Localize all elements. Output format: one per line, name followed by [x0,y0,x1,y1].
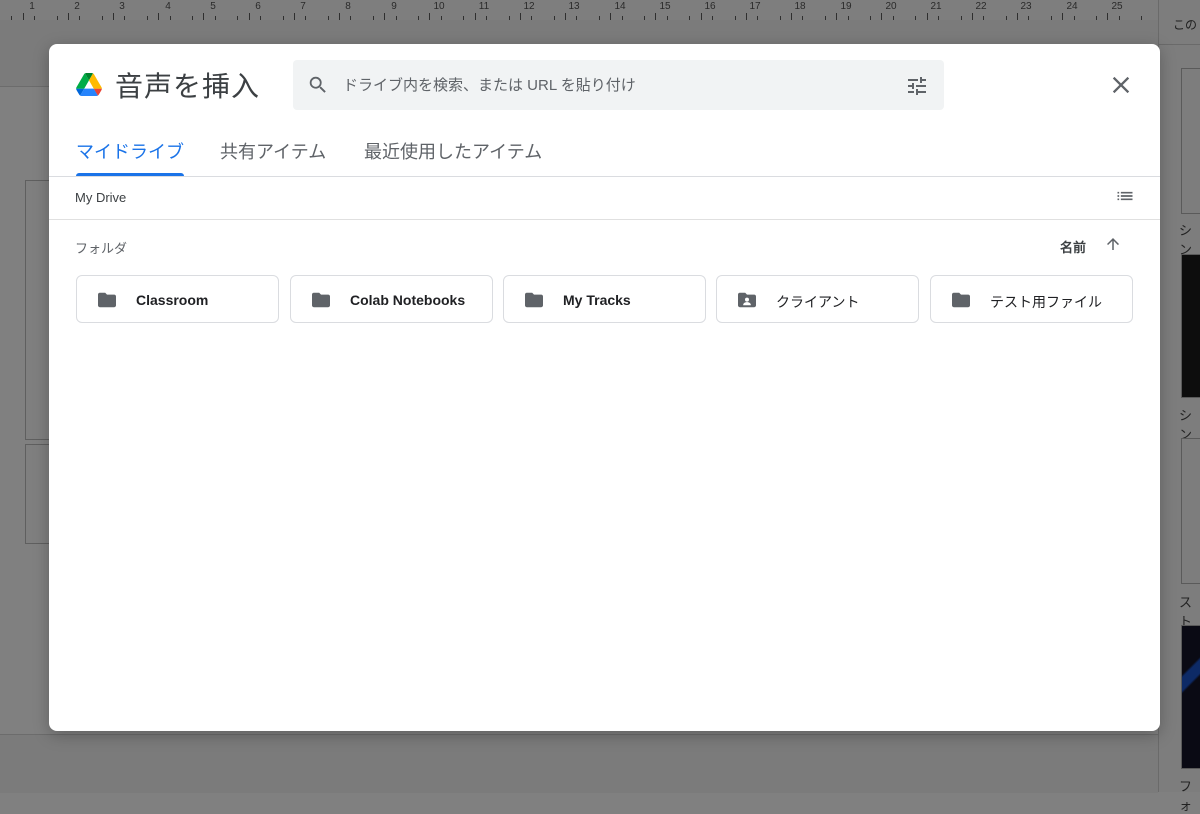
side-panel-header: この [1159,0,1200,45]
search-input[interactable] [343,70,893,100]
section-label-folders: フォルダ [75,241,128,256]
ruler-number: 25 [1111,1,1123,12]
ruler-number: 5 [210,1,216,12]
ruler-number: 17 [749,1,761,12]
sort-by-name-button[interactable]: 名前 [1060,237,1086,256]
tab-recent-items[interactable]: 最近使用したアイテム [364,138,542,176]
folder-icon [98,292,116,308]
ruler-number: 15 [659,1,671,12]
insert-audio-dialog: 音声を挿入 マイドライブ 共有アイテム 最近使用したアイテム My Drive … [49,44,1160,731]
folder-name: My Tracks [563,292,631,308]
ruler-number: 9 [391,1,397,12]
ruler-number: 21 [930,1,942,12]
ruler-number: 4 [165,1,171,12]
ruler: 1 2 3 4 5 6 7 8 9 10 11 12 13 14 15 16 1… [0,0,1158,21]
ruler-number: 8 [345,1,351,12]
ruler-number: 13 [568,1,580,12]
side-thumbnail-label: シン [1179,223,1193,257]
side-thumbnail[interactable] [1181,254,1200,398]
tab-shared-items[interactable]: 共有アイテム [220,138,326,176]
folder-name: クライアント [776,294,860,310]
ruler-number: 10 [433,1,445,12]
side-thumbnail[interactable] [1181,68,1200,214]
ruler-number: 20 [885,1,897,12]
ruler-number: 7 [300,1,306,12]
folder-item[interactable]: Colab Notebooks [290,275,493,323]
ruler-number: 19 [840,1,852,12]
ruler-number: 3 [119,1,125,12]
breadcrumb-bar: My Drive [49,177,1160,220]
side-thumbnail[interactable] [1181,438,1200,584]
folder-name: Colab Notebooks [350,292,466,308]
ruler-number: 1 [29,1,35,12]
ruler-number: 14 [614,1,626,12]
folder-item[interactable]: My Tracks [503,275,706,323]
editor-slide-edge [25,444,51,544]
folder-item[interactable]: クライアント [716,275,919,323]
ruler-number: 23 [1020,1,1032,12]
google-drive-icon [76,73,102,96]
dialog-title: 音声を挿入 [115,71,261,102]
tab-my-drive[interactable]: マイドライブ [76,138,184,176]
folder-icon [525,292,543,308]
folder-name: テスト用ファイル [990,294,1102,310]
side-thumbnail-label: フォ [1179,779,1193,813]
folder-name: Classroom [136,292,209,308]
editor-bottom-area [0,734,1158,793]
ruler-number: 12 [523,1,535,12]
side-thumbnail[interactable] [1181,625,1200,769]
folder-item[interactable]: Classroom [76,275,279,323]
ruler-number: 2 [74,1,80,12]
side-panel: この シン シン スト フォ [1158,0,1200,813]
close-icon[interactable] [1107,71,1135,99]
ruler-number: 6 [255,1,261,12]
shared-folder-icon [738,292,756,308]
tab-bar: マイドライブ 共有アイテム 最近使用したアイテム [49,128,1160,177]
breadcrumb[interactable]: My Drive [75,190,126,205]
search-options-icon[interactable] [905,74,929,98]
search-icon[interactable] [307,74,329,96]
ruler-number: 16 [704,1,716,12]
ruler-number: 11 [478,1,490,12]
list-view-icon[interactable] [1115,186,1135,206]
ruler-number: 22 [975,1,987,12]
ruler-number: 18 [794,1,806,12]
folder-item[interactable]: テスト用ファイル [930,275,1133,323]
side-panel-header-text: この [1173,18,1198,32]
editor-slide-edge [25,180,51,440]
arrow-up-icon[interactable] [1104,235,1122,253]
folder-icon [952,292,970,308]
folder-icon [312,292,330,308]
search-box[interactable] [293,60,944,110]
ruler-number: 24 [1066,1,1078,12]
